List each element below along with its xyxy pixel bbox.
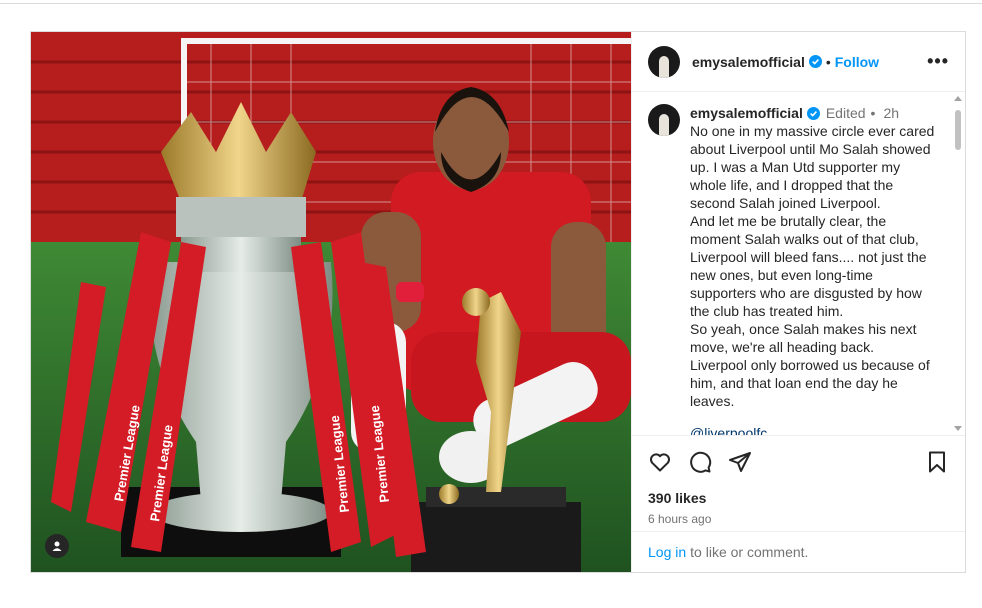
user-tag-icon[interactable] <box>45 534 69 558</box>
share-icon[interactable] <box>728 450 752 474</box>
caption: emysalemofficial Edited • 2h No one in m… <box>632 92 965 435</box>
separator-dot: • <box>870 105 876 121</box>
scrollbar[interactable] <box>953 92 963 435</box>
scrollbar-thumb[interactable] <box>955 110 961 150</box>
edited-label: Edited <box>825 105 866 121</box>
heart-icon[interactable] <box>648 450 672 474</box>
post-card: Premier League Premier League Premier Le… <box>30 31 966 573</box>
comment-icon[interactable] <box>688 450 712 474</box>
caption-text: No one in my massive circle ever cared a… <box>690 123 935 409</box>
post-image[interactable]: Premier League Premier League Premier Le… <box>31 32 631 572</box>
caption-username[interactable]: emysalemofficial <box>690 104 803 122</box>
action-bar <box>632 436 965 476</box>
bookmark-icon[interactable] <box>925 450 949 474</box>
verified-badge-icon <box>808 55 822 68</box>
post-photo: Premier League Premier League Premier Le… <box>31 32 631 572</box>
avatar[interactable] <box>648 104 680 136</box>
follow-button[interactable]: Follow <box>835 54 879 70</box>
scroll-down-arrow-icon[interactable] <box>954 426 962 431</box>
separator-dot: • <box>825 53 831 70</box>
login-prompt: Log in to like or comment. <box>632 531 965 572</box>
verified-badge-icon <box>806 106 820 120</box>
post-sidebar: emysalemofficial • Follow ••• emysalemof… <box>631 32 965 572</box>
login-prompt-text: to like or comment. <box>690 544 809 560</box>
post-time[interactable]: 6 hours ago <box>632 506 965 526</box>
comments-panel[interactable]: emysalemofficial Edited • 2h No one in m… <box>632 92 965 436</box>
caption-time[interactable]: 2h <box>883 104 899 122</box>
login-link[interactable]: Log in <box>648 544 686 560</box>
avatar[interactable] <box>648 45 680 78</box>
likes-count[interactable]: 390 likes <box>632 476 965 506</box>
scroll-up-arrow-icon[interactable] <box>954 96 962 101</box>
post-header: emysalemofficial • Follow ••• <box>632 32 965 92</box>
mention-link[interactable]: @liverpoolfc <box>690 424 935 435</box>
username-link[interactable]: emysalemofficial <box>692 54 805 70</box>
more-options-icon[interactable]: ••• <box>927 51 949 72</box>
top-divider <box>0 3 982 4</box>
